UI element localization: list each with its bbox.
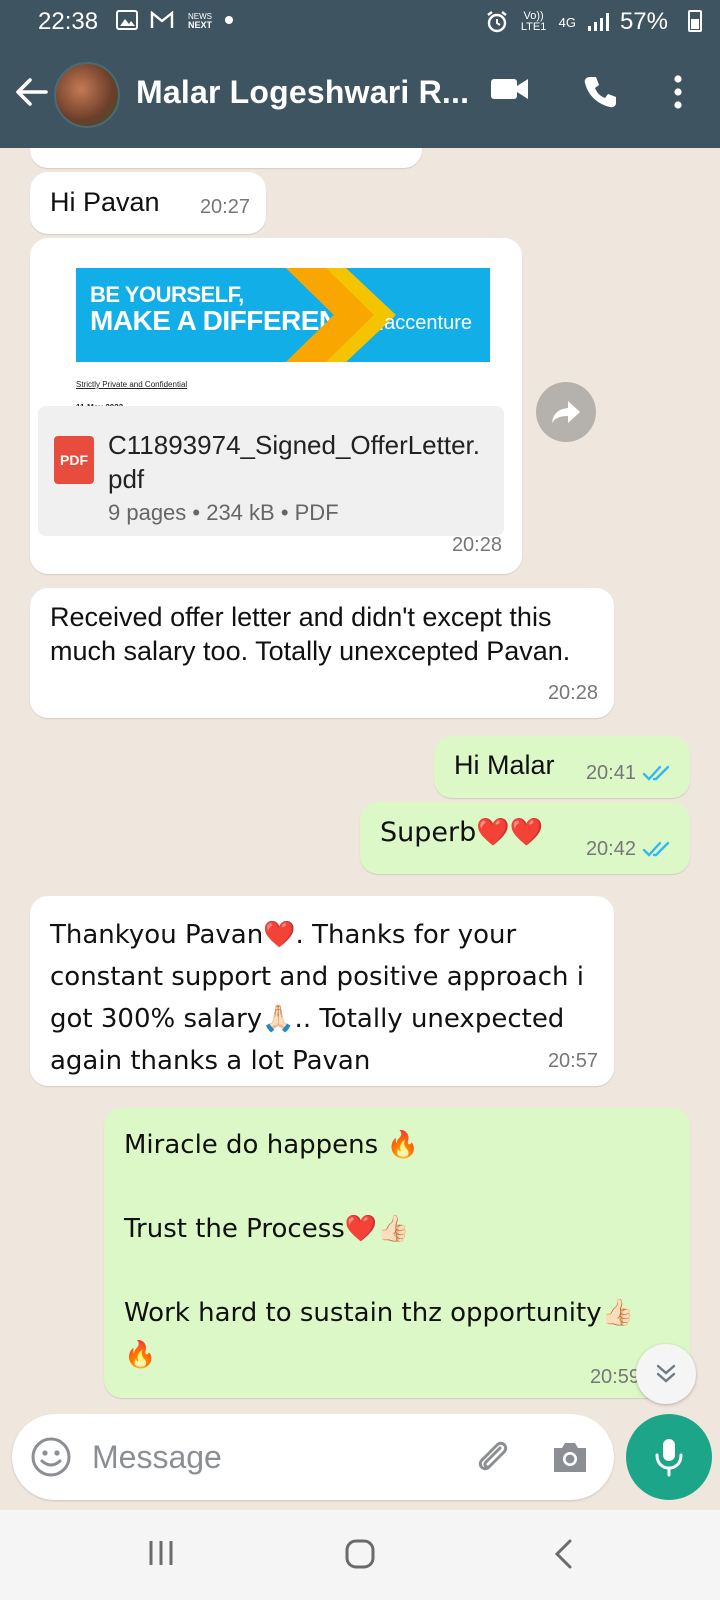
network-label: 4G xyxy=(558,14,576,30)
file-name: C11893974_Signed_OfferLetter.pdf xyxy=(108,430,480,494)
avatar[interactable] xyxy=(54,62,120,128)
chat-header: Malar Logeshwari R... xyxy=(0,56,720,136)
read-ticks-icon xyxy=(642,765,670,781)
document-preview[interactable]: BE YOURSELF, MAKE A DIFFERENCE. accentur… xyxy=(76,268,490,362)
message-time: 20:41 xyxy=(585,762,636,784)
back-arrow-icon[interactable] xyxy=(14,74,48,114)
message-time: 20:28 xyxy=(547,682,598,704)
status-bar: 22:38 NEWS NEXT Vo)) LTE1 4G 57% xyxy=(0,0,720,44)
message-bubble-incoming[interactable]: Thankyou Pavan❤️. Thanks for your consta… xyxy=(30,896,614,1086)
message-meta: 20:42 xyxy=(586,832,672,866)
emoji-icon[interactable] xyxy=(30,1436,72,1478)
message-line: Work hard to sustain thz opportunity👍🏻 xyxy=(124,1298,634,1328)
message-bubble-outgoing[interactable]: Miracle do happens 🔥 Trust the Process❤️… xyxy=(104,1108,690,1398)
forward-button[interactable] xyxy=(536,382,596,442)
gallery-icon xyxy=(116,10,138,30)
svg-text:NEXT: NEXT xyxy=(188,20,212,30)
double-chevron-down-icon xyxy=(656,1364,676,1383)
gmail-icon xyxy=(150,11,174,28)
contact-name[interactable]: Malar Logeshwari R... xyxy=(136,74,469,111)
battery-percent: 57% xyxy=(619,8,668,35)
nav-back-icon[interactable] xyxy=(552,1538,574,1570)
message-time: 20:59 xyxy=(589,1366,640,1388)
top-bar: 22:38 NEWS NEXT Vo)) LTE1 4G 57% Malar Lo… xyxy=(0,0,720,148)
read-ticks-icon xyxy=(642,841,670,857)
message-time: 20:27 xyxy=(199,196,250,218)
message-time: 20:42 xyxy=(585,838,636,860)
file-card[interactable]: PDF C11893974_Signed_OfferLetter.pdf 9 p… xyxy=(38,406,504,536)
chat-area[interactable]: Hi Pavan 20:27 BE YOURSELF, MAKE A DIFFE… xyxy=(0,148,720,1410)
scroll-to-bottom-button[interactable] xyxy=(636,1344,696,1404)
signal-icon xyxy=(587,13,609,31)
phone-call-icon[interactable] xyxy=(582,74,618,110)
message-bubble-incoming[interactable]: Hi Pavan 20:27 xyxy=(30,172,266,234)
message-input[interactable] xyxy=(92,1432,432,1482)
message-text: Received offer letter and didn't except … xyxy=(50,602,571,666)
document-message[interactable]: BE YOURSELF, MAKE A DIFFERENCE. accentur… xyxy=(30,238,522,574)
message-time: 20:57 xyxy=(547,1050,598,1072)
news-icon: NEWSNEXT xyxy=(188,12,212,30)
system-navigation-bar xyxy=(0,1510,720,1600)
message-line: Trust the Process❤️👍🏻 xyxy=(124,1214,410,1244)
file-info: 9 pages • 234 kB • PDF xyxy=(108,500,339,525)
message-bubble-outgoing[interactable]: Hi Malar 20:41 xyxy=(434,736,690,798)
message-text: Thankyou Pavan❤️. Thanks for your consta… xyxy=(50,920,584,1076)
message-bubble-incoming[interactable]: Received offer letter and didn't except … xyxy=(30,588,614,718)
message-text: Hi Pavan xyxy=(50,187,160,217)
microphone-icon xyxy=(655,1439,683,1477)
alarm-icon xyxy=(486,11,507,33)
voice-message-button[interactable] xyxy=(626,1414,712,1500)
message-text: Superb❤️❤️ xyxy=(380,817,544,848)
home-icon[interactable] xyxy=(344,1538,376,1570)
message-text: Hi Malar xyxy=(454,750,555,780)
message-text-block: Miracle do happens 🔥 Trust the Process❤️… xyxy=(124,1124,674,1376)
battery-icon xyxy=(688,10,702,32)
recent-apps-icon[interactable] xyxy=(146,1538,176,1568)
accenture-logo: accenture xyxy=(384,312,472,334)
attach-icon[interactable] xyxy=(472,1436,512,1478)
message-bubble-outgoing[interactable]: Superb❤️❤️ 20:42 xyxy=(360,802,690,874)
message-meta: 20:59 xyxy=(590,1360,640,1394)
message-time: 20:28 xyxy=(451,534,502,556)
pdf-file-icon: PDF xyxy=(54,436,94,484)
more-options-icon[interactable] xyxy=(672,74,684,110)
message-composer xyxy=(12,1414,614,1500)
message-bubble-partial xyxy=(30,148,422,168)
dot-icon xyxy=(225,16,233,24)
camera-icon[interactable] xyxy=(550,1438,590,1476)
status-time: 22:38 xyxy=(38,8,99,35)
volte-label: Vo)) LTE1 xyxy=(520,10,547,33)
forward-arrow-icon xyxy=(552,401,580,423)
message-meta: 20:41 xyxy=(586,756,672,790)
message-line: Miracle do happens 🔥 xyxy=(124,1130,419,1160)
video-call-icon[interactable] xyxy=(490,74,530,104)
